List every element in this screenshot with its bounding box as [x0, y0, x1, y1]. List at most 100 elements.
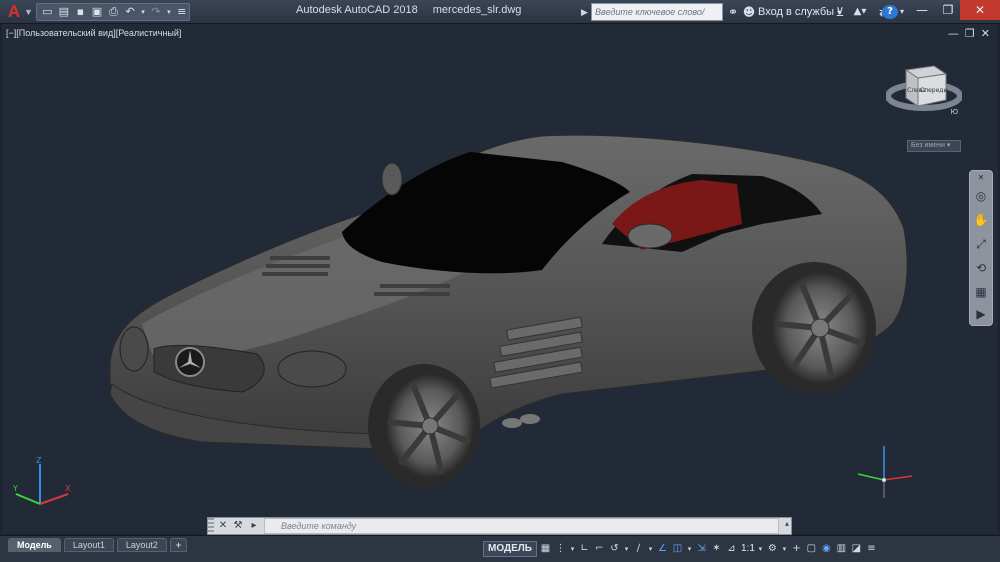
pan-icon[interactable]: ✋ [972, 211, 990, 229]
command-line-grip[interactable] [208, 518, 214, 534]
help-label: ? [887, 6, 893, 17]
isolate-objects-icon[interactable]: ◉ [820, 541, 833, 557]
close-button[interactable]: ✕ [960, 0, 1000, 20]
tab-add-layout[interactable]: + [169, 538, 188, 552]
tab-layout2[interactable]: Layout2 [116, 538, 167, 552]
orbit-icon[interactable]: ⟲ [972, 259, 990, 277]
help-button[interactable]: ? [882, 5, 898, 19]
ucs-menu-label: Без имени [911, 142, 945, 149]
object-snap-tracking-icon[interactable]: ∕ [632, 541, 645, 557]
saveas-icon[interactable]: ▣ [90, 5, 105, 19]
showmotion-icon[interactable]: ▶ [972, 305, 990, 323]
car-mirror [627, 223, 673, 249]
isodraft-dropdown-icon[interactable]: ▾ [623, 541, 630, 557]
command-line: ✕ ⚒ ▸ Введите команду ▴ [207, 517, 792, 535]
transparency-icon[interactable]: ◫ [671, 541, 684, 557]
ucs-y-label: Y [12, 484, 18, 493]
zoom-extents-icon[interactable]: ⤢ [972, 235, 990, 253]
status-tools: МОДЕЛЬ ▦ ⋮ ▾ ∟ ⌐ ↺ ▾ ∕ ▾ ∠ ◫ ▾ ⇲ ✶ ⊿ 1:1… [483, 539, 1000, 559]
annotation-visibility-icon[interactable]: ✶ [710, 541, 723, 557]
command-prompt-icon[interactable]: ▸ [248, 519, 260, 533]
car-left-mirror [381, 162, 403, 196]
snap-dropdown-icon[interactable]: ▾ [569, 541, 576, 557]
annotation-monitor-icon[interactable]: + [790, 541, 803, 557]
car-rear-wheel [752, 262, 876, 394]
search-input[interactable]: Введите ключевое слово/фразу [591, 3, 723, 33]
cart-icon[interactable]: ⊻ [832, 4, 848, 20]
steering-wheel-icon[interactable]: ◎ [972, 187, 990, 205]
ucs-icon: Z X Y [12, 456, 71, 505]
binoculars-icon[interactable]: ⚭ [725, 4, 741, 20]
car-headlight-left [119, 326, 149, 372]
customize-status-icon[interactable]: ≡ [865, 541, 878, 557]
tab-layout1[interactable]: Layout1 [63, 538, 114, 552]
car-headlight-right [277, 350, 347, 388]
user-icon[interactable]: ☻ [742, 4, 756, 20]
ucs-x-label: X [65, 484, 71, 493]
file-name: mercedes_slr.dwg [432, 4, 522, 16]
ucs-z-label: Z [36, 456, 42, 465]
command-history-icon[interactable]: ▴ [785, 519, 789, 528]
window-title: Autodesk AutoCAD 2018 mercedes_slr.dwg [296, 4, 533, 16]
grid-icon[interactable]: ▦ [539, 541, 552, 557]
save-icon[interactable]: ▪ [73, 5, 88, 19]
viewcube[interactable]: Слева Спереди Ю [885, 52, 963, 116]
workspace-gear-icon[interactable]: ⚙ [766, 541, 779, 557]
drawing-viewport[interactable]: [−][Пользовательский вид][Реалистичный] … [2, 24, 998, 534]
quick-access-toolbar: ▭ ▤ ▪ ▣ ⎙ ↶ ▾ ↷ ▾ ≡ [36, 3, 190, 21]
maximize-button[interactable]: ❐ [934, 0, 962, 20]
command-input[interactable]: Введите команду [264, 518, 779, 534]
undo-dropdown-icon[interactable]: ▾ [139, 5, 146, 19]
nav-close-icon[interactable]: ✕ [972, 173, 990, 183]
minimize-button[interactable]: — [908, 0, 936, 20]
model-space-button[interactable]: МОДЕЛЬ [483, 541, 537, 557]
osnap-dropdown-icon[interactable]: ▾ [647, 541, 654, 557]
layout-tabs: Модель Layout1 Layout2 + [8, 538, 188, 552]
workspace-dropdown-icon[interactable]: ▾ [781, 541, 788, 557]
title-bar: A ▼ ▭ ▤ ▪ ▣ ⎙ ↶ ▾ ↷ ▾ ≡ Autodesk AutoCAD… [0, 0, 1000, 33]
ortho-icon[interactable]: ∟ [578, 541, 591, 557]
axis-tripod [857, 446, 913, 498]
units-icon[interactable]: ▢ [805, 541, 818, 557]
car-model [109, 134, 908, 488]
customize-qat-icon[interactable]: ≡ [175, 5, 190, 19]
annotation-scale-value[interactable]: 1:1 [741, 541, 755, 557]
autocad-logo-icon[interactable]: A [2, 2, 26, 22]
command-close-icon[interactable]: ✕ [217, 519, 229, 533]
status-bar: Модель Layout1 Layout2 + МОДЕЛЬ ▦ ⋮ ▾ ∟ … [0, 535, 1000, 562]
hardware-acceleration-icon[interactable]: ▥ [835, 541, 848, 557]
plot-icon[interactable]: ⎙ [106, 5, 121, 19]
navigation-bar: ✕ ◎ ✋ ⤢ ⟲ ▦ ▶ [969, 170, 993, 326]
snap-icon[interactable]: ⋮ [554, 541, 567, 557]
search-expand-icon[interactable]: ▶ [581, 5, 591, 19]
help-dropdown-icon[interactable]: ▾ [898, 4, 906, 20]
lineweight-icon[interactable]: ∠ [656, 541, 669, 557]
selection-cycling-dropdown-icon[interactable]: ▾ [686, 541, 693, 557]
redo-icon[interactable]: ↷ [149, 5, 164, 19]
ucs-menu-dropdown-icon: ▾ [946, 142, 951, 149]
autocad-window: A ▼ ▭ ▤ ▪ ▣ ⎙ ↶ ▾ ↷ ▾ ≡ Autodesk AutoCAD… [0, 0, 1000, 562]
ucs-menu[interactable]: Без имени ▾ [907, 140, 961, 152]
car-front-wheel [368, 364, 480, 488]
dynamic-ucs-icon[interactable]: ⇲ [695, 541, 708, 557]
new-icon[interactable]: ▭ [40, 5, 55, 19]
isodraft-icon[interactable]: ↺ [608, 541, 621, 557]
signin-button[interactable]: Вход в службы ▾ [758, 4, 841, 21]
tab-model[interactable]: Модель [8, 538, 61, 552]
open-icon[interactable]: ▤ [57, 5, 72, 19]
polar-icon[interactable]: ⌐ [593, 541, 606, 557]
command-settings-icon[interactable]: ⚒ [232, 519, 244, 533]
clean-screen-icon[interactable]: ◪ [850, 541, 863, 557]
app-name: Autodesk AutoCAD 2018 [296, 4, 418, 16]
annotation-scale-icon[interactable]: ⊿ [725, 541, 738, 557]
car-exhaust [502, 418, 522, 428]
app-menu-arrow-icon[interactable]: ▼ [24, 3, 33, 21]
redo-dropdown-icon[interactable]: ▾ [165, 5, 172, 19]
viewcube-front-face[interactable]: Спереди [920, 87, 947, 94]
view-navigation-icon[interactable]: ▦ [972, 283, 990, 301]
undo-icon[interactable]: ↶ [123, 5, 138, 19]
signin-label: Вход в службы [758, 6, 835, 18]
autodesk-a360-icon[interactable]: ▲▾ [852, 4, 868, 20]
scale-dropdown-icon[interactable]: ▾ [757, 541, 764, 557]
viewcube-compass-letter[interactable]: Ю [950, 108, 958, 116]
